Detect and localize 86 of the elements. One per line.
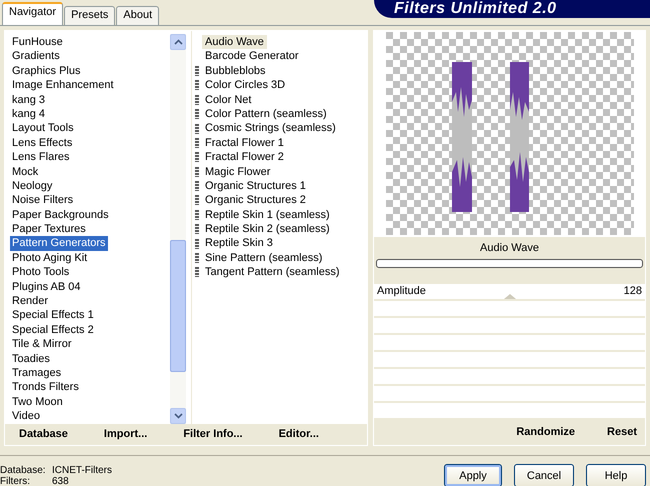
filter-item[interactable]: Barcode Generator	[202, 49, 302, 64]
tab[interactable]: Navigator	[2, 2, 64, 25]
status-label: Database:	[0, 464, 47, 476]
filter-item[interactable]: Fractal Flower 2	[202, 150, 287, 165]
grip-icon	[195, 80, 199, 90]
category-item[interactable]: Special Effects 1	[10, 308, 96, 323]
grip-icon	[195, 253, 199, 264]
caret-down-icon	[174, 412, 182, 419]
category-item[interactable]: Photo Aging Kit	[10, 250, 90, 266]
filter-item[interactable]: Tangent Pattern (seamless)	[202, 265, 343, 280]
toolbar-button[interactable]: Editor...	[274, 426, 323, 442]
filter-item[interactable]: Organic Structures 1	[202, 178, 309, 194]
category-item[interactable]: Layout Tools	[10, 121, 76, 136]
grip-icon	[195, 166, 199, 177]
status-value: ICNET-Filters	[52, 464, 112, 476]
grip-icon	[195, 66, 199, 76]
category-item[interactable]: Special Effects 2	[10, 322, 96, 338]
scroll-down-button[interactable]	[170, 408, 186, 424]
parameter-slider[interactable]: Amplitude 128	[374, 284, 645, 301]
filter-item[interactable]: Sine Pattern (seamless)	[202, 250, 326, 266]
category-item[interactable]: Two Moon	[10, 394, 65, 410]
parameter-value: 128	[624, 285, 642, 298]
filter-item[interactable]: Audio Wave	[202, 35, 267, 50]
toolbar-button[interactable]: Reset	[603, 424, 641, 440]
filter-item[interactable]: Reptile Skin 1 (seamless)	[202, 208, 333, 222]
category-item[interactable]: kang 4	[10, 106, 48, 122]
filter-item[interactable]: Reptile Skin 2 (seamless)	[202, 222, 333, 236]
category-item[interactable]: Tronds Filters	[10, 380, 81, 395]
grip-icon	[195, 210, 199, 220]
tab[interactable]: Presets	[64, 6, 116, 25]
toolbar-button[interactable]: Filter Info...	[179, 426, 247, 442]
category-item[interactable]: Plugins AB 04	[10, 280, 82, 294]
grip-icon	[195, 224, 199, 234]
dialog-button[interactable]: Apply	[444, 464, 502, 486]
category-item[interactable]: Tile & Mirror	[10, 337, 74, 352]
filter-item[interactable]: Fractal Flower 1	[202, 136, 287, 150]
category-item[interactable]: Gradients	[10, 49, 62, 64]
title-banner: Filters Unlimited 2.0	[374, 0, 650, 18]
grip-icon	[195, 267, 199, 278]
category-item[interactable]: Graphics Plus	[10, 64, 82, 78]
status-label: Filters:	[0, 476, 31, 486]
scroll-up-button[interactable]	[170, 34, 186, 50]
category-item[interactable]: FunHouse	[10, 35, 65, 50]
filter-name: Audio Wave	[479, 240, 540, 256]
filter-item[interactable]: Organic Structures 2	[202, 193, 309, 208]
category-item[interactable]: Paper Textures	[10, 222, 88, 236]
filter-item[interactable]: Cosmic Strings (seamless)	[202, 121, 339, 136]
filter-item[interactable]: Magic Flower	[202, 164, 274, 179]
grip-icon	[195, 181, 199, 192]
parameter-label: Amplitude	[377, 285, 426, 298]
scroll-thumb[interactable]	[170, 240, 186, 372]
category-item[interactable]: Tramages	[10, 366, 64, 380]
filter-item[interactable]: Color Net	[202, 92, 254, 107]
dialog-button[interactable]: Help	[586, 464, 646, 486]
category-item[interactable]: Photo Tools	[10, 265, 72, 280]
category-item[interactable]: Render	[10, 294, 50, 308]
grip-icon	[195, 152, 199, 162]
grip-icon	[195, 138, 199, 148]
toolbar-button[interactable]: Randomize	[512, 424, 580, 440]
grip-icon	[195, 195, 199, 206]
toolbar-button[interactable]: Import...	[100, 426, 152, 442]
filter-item[interactable]: Color Circles 3D	[202, 78, 288, 93]
category-item[interactable]: Lens Flares	[10, 150, 72, 165]
category-item[interactable]: Toadies	[10, 352, 52, 366]
grip-icon	[195, 238, 199, 249]
category-item[interactable]: Mock	[10, 164, 40, 179]
category-item[interactable]: Paper Backgrounds	[10, 208, 111, 222]
grip-icon	[195, 94, 199, 105]
category-item[interactable]: Pattern Generators	[10, 236, 108, 251]
category-item[interactable]: Noise Filters	[10, 193, 76, 208]
grip-icon	[195, 109, 199, 120]
caret-up-icon	[174, 39, 182, 45]
category-item[interactable]: kang 3	[10, 92, 48, 107]
status-value: 638	[52, 476, 69, 486]
toolbar-button[interactable]: Database	[15, 426, 72, 442]
grip-icon	[195, 124, 199, 134]
filter-item[interactable]: Bubbleblobs	[202, 64, 269, 78]
filter-item[interactable]: Color Pattern (seamless)	[202, 106, 330, 122]
tab[interactable]: About	[116, 6, 160, 25]
filter-item[interactable]: Reptile Skin 3	[202, 236, 276, 251]
dialog-button[interactable]: Cancel	[514, 464, 574, 486]
category-item[interactable]: Neology	[10, 178, 54, 194]
category-item[interactable]: Video	[10, 409, 42, 424]
category-item[interactable]: Image Enhancement	[10, 78, 116, 93]
category-item[interactable]: Lens Effects	[10, 136, 74, 150]
scrollbar[interactable]	[170, 34, 186, 424]
